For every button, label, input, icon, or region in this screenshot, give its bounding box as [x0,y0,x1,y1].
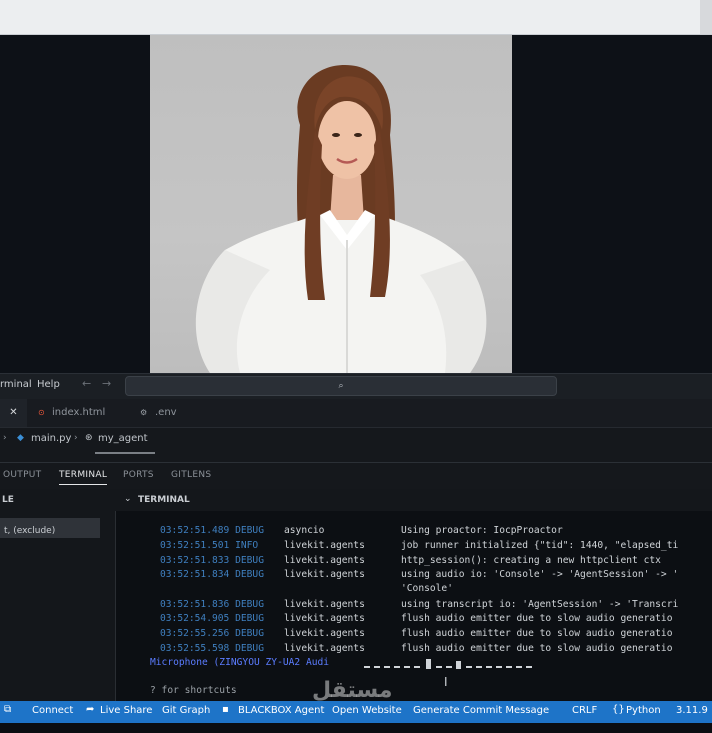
panel-tab-output[interactable]: OUTPUT [3,470,41,480]
braces-icon: {} [612,704,625,715]
log-source: asyncio [284,525,325,536]
status-open-website[interactable]: Open Website [332,705,402,716]
log-message: http_session(): creating a new httpclien… [401,555,661,566]
log-source: livekit.agents [284,599,365,610]
back-arrow-icon[interactable]: ← [82,377,91,390]
forward-arrow-icon[interactable]: → [102,377,111,390]
chevron-down-icon[interactable]: ⌄ [124,494,132,504]
breadcrumb-symbol[interactable]: my_agent [98,433,148,444]
search-icon: ⌕ [338,381,344,391]
microphone-label: Microphone (ZINGYOU ZY-UA2 Audi [150,657,330,668]
log-message: flush audio emitter due to slow audio ge… [401,643,673,654]
log-message: Using proactor: IocpProactor [401,525,563,536]
log-message: using transcript io: 'AgentSession' -> '… [401,599,679,610]
panel-tab-gitlens[interactable]: GITLENS [171,470,211,480]
log-line: 03:52:51.836 DEBUG [160,599,264,610]
editor-tabs [0,399,712,428]
log-message-continuation: 'Console' [401,583,453,594]
log-source: livekit.agents [284,643,365,654]
menu-terminal[interactable]: rminal [0,379,32,390]
log-message: flush audio emitter due to slow audio ge… [401,613,673,624]
status-line-ending[interactable]: CRLF [572,705,597,716]
log-source: livekit.agents [284,613,365,624]
tab-close-icon[interactable]: ✕ [0,399,27,427]
log-line: 03:52:51.501 INFO [160,540,259,551]
log-line: 03:52:55.256 DEBUG [160,628,264,639]
log-line: 03:52:51.489 DEBUG [160,525,264,536]
left-panel-item-label: t, (exclude) [4,526,56,536]
menu-help[interactable]: Help [37,379,60,390]
tab-index-html[interactable]: index.html [52,399,105,427]
audio-level-meter [364,659,532,669]
bottom-strip [0,723,712,733]
status-python-version[interactable]: 3.11.9 [676,705,708,716]
html-file-icon: ⊙ [38,408,45,417]
log-source: livekit.agents [284,569,365,580]
log-line: 03:52:55.598 DEBUG [160,643,264,654]
status-blackbox-agent[interactable]: BLACKBOX Agent [238,705,324,716]
terminal-section-title[interactable]: TERMINAL [138,495,190,505]
terminal-output[interactable]: 03:52:51.489 DEBUG asyncio Using proacto… [116,511,712,701]
shortcuts-hint: ? for shortcuts [150,685,237,696]
python-file-icon: ◆ [17,433,24,443]
avatar-illustration [195,65,487,373]
log-line: 03:52:54.905 DEBUG [160,613,264,624]
command-center[interactable]: ⌕ pythonProject [Administrator] [125,376,557,409]
app-top-bar [0,0,712,35]
blackbox-icon: ▪ [222,704,229,715]
log-source: livekit.agents [284,540,365,551]
log-source: livekit.agents [284,555,365,566]
status-generate-commit[interactable]: Generate Commit Message [413,705,549,716]
status-live-share[interactable]: Live Share [100,705,152,716]
tab-env[interactable]: .env [155,399,177,427]
status-git-graph[interactable]: Git Graph [162,705,210,716]
gear-icon: ⚙ [140,408,148,417]
panel-tab-ports[interactable]: PORTS [123,470,154,480]
log-line: 03:52:51.833 DEBUG [160,555,264,566]
code-editor-peek [0,450,712,462]
log-message: flush audio emitter due to slow audio ge… [401,628,673,639]
left-panel-title: LE [2,495,14,505]
chevron-right-icon: › [74,433,78,443]
left-panel-item[interactable]: t, (exclude) [0,518,100,538]
status-language[interactable]: Python [626,705,661,716]
avatar-video-frame [150,35,512,373]
log-message: job runner initialized {"tid": 1440, "el… [401,540,679,551]
status-connect[interactable]: Connect [32,705,73,716]
remote-icon[interactable]: ⧉ [4,704,11,715]
panel-tab-terminal[interactable]: TERMINAL [59,470,108,485]
breadcrumb-file[interactable]: main.py [31,433,71,444]
chevron-right-icon: › [3,433,7,443]
left-panel [0,511,116,701]
log-message: using audio io: 'Console' -> 'AgentSessi… [401,569,679,580]
log-line: 03:52:51.834 DEBUG [160,569,264,580]
panel-header [0,489,712,512]
text-cursor-icon: I [444,675,448,689]
live-share-icon: ➦ [86,704,95,715]
top-bar-edge [700,0,712,34]
log-source: livekit.agents [284,628,365,639]
watermark-logo: مستقل [312,678,393,703]
symbol-icon: ⊛ [85,433,93,443]
